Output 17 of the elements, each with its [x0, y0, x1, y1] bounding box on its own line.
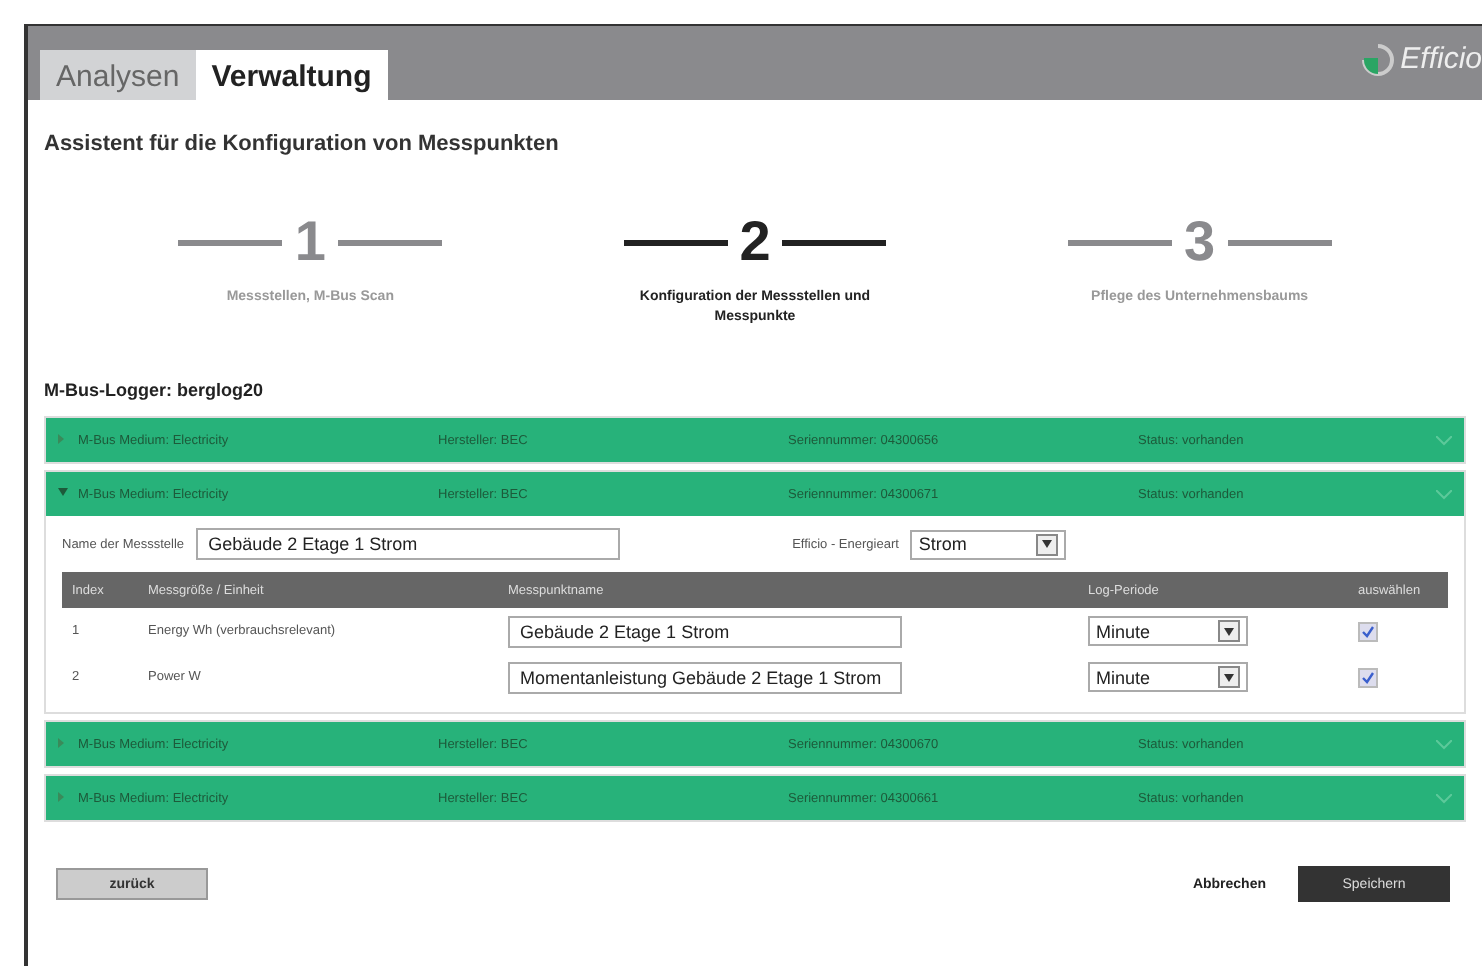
tab[interactable]: Analysen: [40, 50, 196, 100]
logger-label: M-Bus-Logger: berglog20: [44, 380, 265, 400]
tab[interactable]: Verwaltung: [195, 50, 388, 100]
step-indicator: 3: [1068, 212, 1332, 272]
energy-dropdown[interactable]: Strom: [910, 529, 1067, 559]
logo-icon: [1362, 43, 1395, 75]
step-indicator: 2: [623, 212, 887, 272]
checkbox[interactable]: [1358, 667, 1378, 687]
step-indicator: 1: [178, 212, 442, 272]
input-field[interactable]: Gebäude 2 Etage 1 Strom: [196, 528, 621, 560]
period-dropdown[interactable]: Minute: [1088, 662, 1248, 692]
period-dropdown[interactable]: Minute: [1088, 616, 1248, 646]
logo-text: Efficio: [1400, 42, 1482, 76]
input-field[interactable]: Gebäude 2 Etage 1 Strom: [508, 615, 902, 647]
checkbox[interactable]: [1358, 621, 1378, 641]
page-title: Assistent für die Konfiguration von Messpunkten: [44, 132, 561, 156]
input-field[interactable]: Momentanleistung Gebäude 2 Etage 1 Strom: [508, 661, 902, 693]
